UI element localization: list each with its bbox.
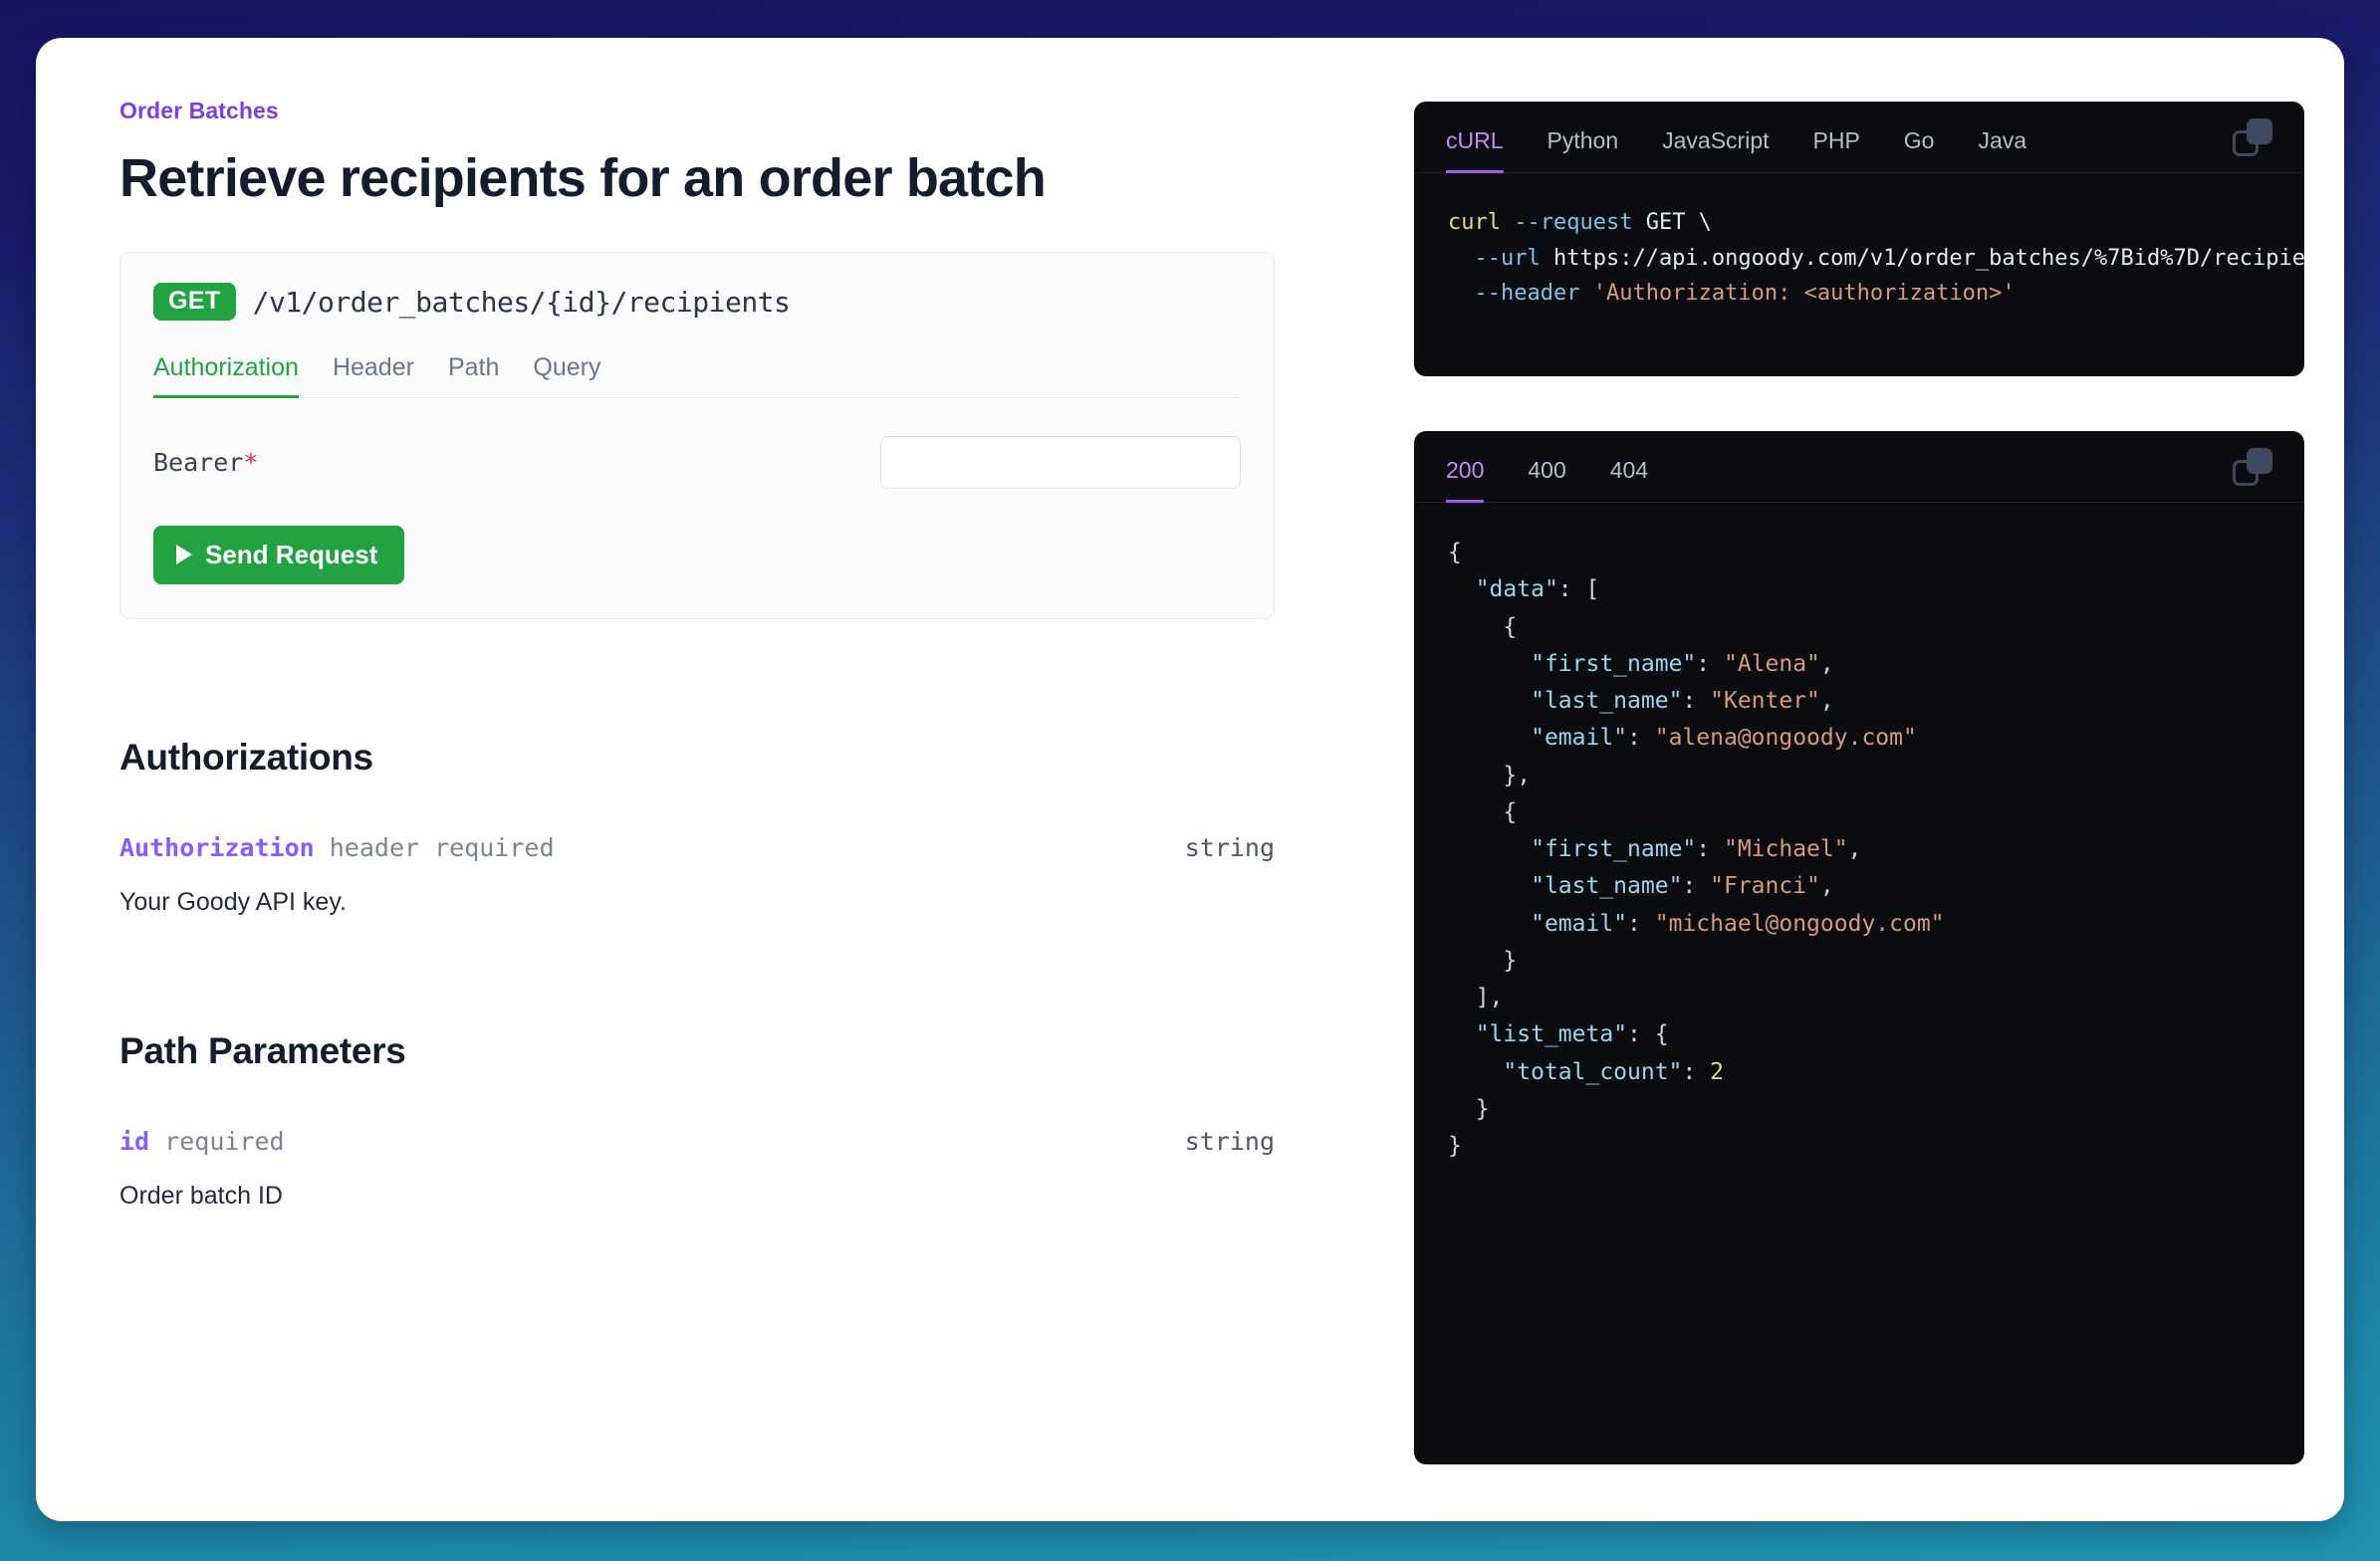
lang-tab-python[interactable]: Python <box>1526 127 1641 172</box>
tab-authorization[interactable]: Authorization <box>153 353 299 397</box>
path-param-type: string <box>1185 1127 1275 1156</box>
path-param-name: id <box>119 1127 149 1156</box>
path-param-meta: required <box>164 1127 284 1156</box>
response-code-panel: 200 400 404 { "data": [ { "first_name": … <box>1414 431 2304 1464</box>
lang-tab-curl[interactable]: cURL <box>1446 127 1526 172</box>
path-param-description: Order batch ID <box>119 1182 1295 1211</box>
path-param-row: id required string <box>119 1127 1275 1156</box>
required-asterisk: * <box>243 448 258 477</box>
endpoint-header: GET /v1/order_batches/{id}/recipients <box>153 283 1241 321</box>
path-param-signature: id required <box>119 1127 285 1156</box>
endpoint-path: /v1/order_batches/{id}/recipients <box>253 286 791 319</box>
authorization-param-row: Authorization header required string <box>119 833 1275 862</box>
bearer-input[interactable] <box>880 436 1241 489</box>
request-language-tabs: cURL Python JavaScript PHP Go Java <box>1414 102 2304 173</box>
tab-header[interactable]: Header <box>333 353 414 397</box>
documentation-card: Order Batches Retrieve recipients for an… <box>36 38 2344 1521</box>
lang-tab-go[interactable]: Go <box>1882 127 1957 172</box>
copy-icon-front-square <box>2247 118 2272 144</box>
main-content-column: Order Batches Retrieve recipients for an… <box>119 98 1295 1211</box>
status-tab-200[interactable]: 200 <box>1446 457 1506 502</box>
authorization-param-signature: Authorization header required <box>119 833 555 862</box>
authorizations-section: Authorizations Authorization header requ… <box>119 737 1295 917</box>
bearer-field-label: Bearer* <box>153 448 880 477</box>
lang-tab-php[interactable]: PHP <box>1791 127 1882 172</box>
copy-icon-front-square <box>2247 448 2272 474</box>
path-parameters-heading: Path Parameters <box>119 1030 1295 1072</box>
bearer-label-text: Bearer <box>153 448 243 477</box>
send-request-label: Send Request <box>205 542 377 567</box>
code-sample-column: cURL Python JavaScript PHP Go Java curl … <box>1414 102 2304 1464</box>
copy-icon[interactable] <box>2233 446 2274 488</box>
status-tab-400[interactable]: 400 <box>1506 457 1587 502</box>
endpoint-try-it-card: GET /v1/order_batches/{id}/recipients Au… <box>119 252 1275 619</box>
status-tab-404[interactable]: 404 <box>1588 457 1670 502</box>
play-icon <box>176 545 192 564</box>
bearer-field-row: Bearer* <box>153 436 1241 489</box>
request-code-block: curl --request GET \ --url https://api.o… <box>1414 173 2304 345</box>
response-status-tabs: 200 400 404 <box>1414 431 2304 503</box>
http-method-badge: GET <box>153 283 236 321</box>
authorization-param-type: string <box>1185 833 1275 862</box>
authorization-param-name: Authorization <box>119 833 315 862</box>
lang-tab-javascript[interactable]: JavaScript <box>1640 127 1790 172</box>
page-title: Retrieve recipients for an order batch <box>119 148 1295 208</box>
tab-query[interactable]: Query <box>533 353 600 397</box>
endpoint-tabs: Authorization Header Path Query <box>153 353 1241 398</box>
path-parameters-section: Path Parameters id required string Order… <box>119 1030 1295 1211</box>
authorization-param-meta: header required <box>330 833 555 862</box>
response-code-block: { "data": [ { "first_name": "Alena", "la… <box>1414 503 2304 1199</box>
request-code-panel: cURL Python JavaScript PHP Go Java curl … <box>1414 102 2304 376</box>
authorization-param-description: Your Goody API key. <box>119 888 1295 917</box>
authorizations-heading: Authorizations <box>119 737 1295 779</box>
tab-path[interactable]: Path <box>448 353 499 397</box>
lang-tab-java[interactable]: Java <box>1956 127 2048 172</box>
send-request-button[interactable]: Send Request <box>153 526 404 584</box>
breadcrumb[interactable]: Order Batches <box>119 98 1295 124</box>
copy-icon[interactable] <box>2233 116 2274 158</box>
